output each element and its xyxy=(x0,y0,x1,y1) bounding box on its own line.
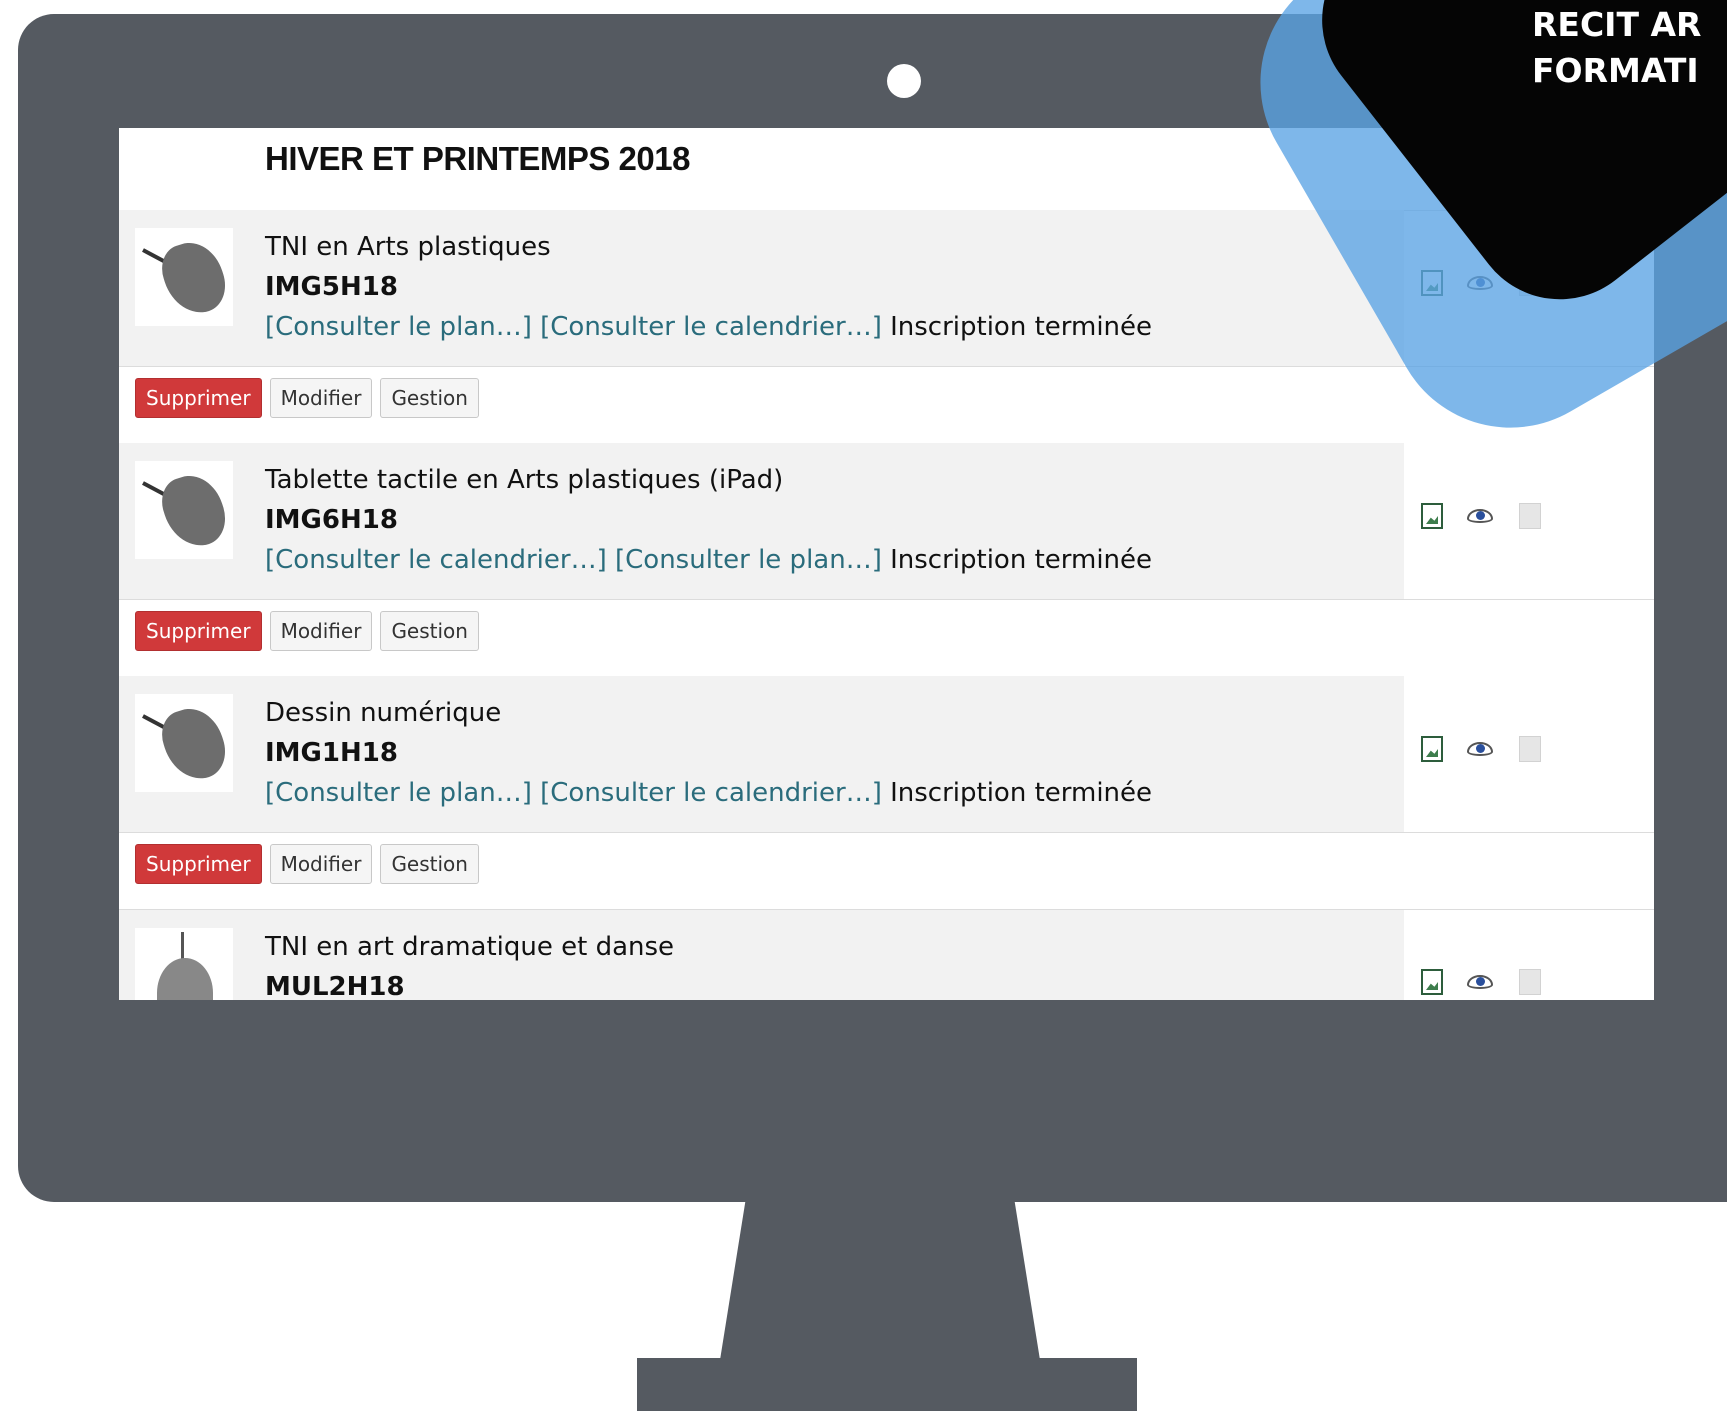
course-actions: Supprimer Modifier Gestion xyxy=(135,611,479,651)
course-row: Tablette tactile en Arts plastiques (iPa… xyxy=(119,443,1404,599)
camera-dot xyxy=(887,64,921,98)
document-icon[interactable] xyxy=(1519,736,1541,762)
course-code: IMG6H18 xyxy=(265,505,398,535)
edit-button[interactable]: Modifier xyxy=(269,611,373,651)
image-file-icon[interactable] xyxy=(1421,503,1443,529)
calendar-link[interactable]: [Consulter le calendrier…] xyxy=(540,778,882,808)
calendar-link[interactable]: [Consulter le calendrier…] xyxy=(265,545,607,575)
foot-shape xyxy=(157,958,213,1000)
course-thumbnail xyxy=(135,228,233,326)
registration-status: Inscription terminée xyxy=(890,778,1153,808)
stage: HIVER ET PRINTEMPS 2018 Σ TNI en Arts pl… xyxy=(0,0,1727,1411)
hand-shape xyxy=(155,467,233,555)
document-icon[interactable] xyxy=(1519,969,1541,995)
plan-link[interactable]: [Consulter le plan…] xyxy=(615,545,882,575)
delete-button[interactable]: Supprimer xyxy=(135,844,262,884)
course-links: [Consulter le plan…] [Consulter le calen… xyxy=(265,312,1152,342)
course-row: TNI en Arts plastiques IMG5H18 [Consulte… xyxy=(119,210,1404,366)
corner-banner-line1: RECIT AR xyxy=(1532,5,1702,44)
course-links: [Consulter le calendrier…] [Consulter le… xyxy=(265,545,1152,575)
course-row: Dessin numérique IMG1H18 [Consulter le p… xyxy=(119,676,1404,832)
course-title: TNI en Arts plastiques xyxy=(265,232,551,262)
course-thumbnail xyxy=(135,461,233,559)
section-title: HIVER ET PRINTEMPS 2018 xyxy=(265,140,690,177)
hand-shape xyxy=(155,234,233,322)
hand-shape xyxy=(155,700,233,788)
eye-icon[interactable] xyxy=(1467,740,1495,758)
image-file-icon[interactable] xyxy=(1421,736,1443,762)
row-icons xyxy=(1421,503,1541,529)
course-title: Dessin numérique xyxy=(265,698,502,728)
eye-icon[interactable] xyxy=(1467,973,1495,991)
manage-button[interactable]: Gestion xyxy=(380,611,479,651)
corner-banner-line2: FORMATI xyxy=(1532,51,1699,90)
course-actions: Supprimer Modifier Gestion xyxy=(135,844,479,884)
plan-link[interactable]: [Consulter le plan…] xyxy=(265,312,532,342)
course-row: TNI en art dramatique et danse MUL2H18 xyxy=(119,910,1404,1000)
course-thumbnail xyxy=(135,694,233,792)
divider xyxy=(119,832,1654,833)
row-icons xyxy=(1421,969,1541,995)
monitor-neck xyxy=(720,1200,1040,1360)
monitor-base xyxy=(637,1358,1137,1411)
manage-button[interactable]: Gestion xyxy=(380,378,479,418)
manage-button[interactable]: Gestion xyxy=(380,844,479,884)
delete-button[interactable]: Supprimer xyxy=(135,378,262,418)
course-links: [Consulter le plan…] [Consulter le calen… xyxy=(265,778,1152,808)
edit-button[interactable]: Modifier xyxy=(269,844,373,884)
course-title: TNI en art dramatique et danse xyxy=(265,932,675,962)
registration-status: Inscription terminée xyxy=(890,545,1153,575)
divider xyxy=(119,599,1654,600)
course-code: MUL2H18 xyxy=(265,972,405,1000)
course-title: Tablette tactile en Arts plastiques (iPa… xyxy=(265,465,784,495)
delete-button[interactable]: Supprimer xyxy=(135,611,262,651)
course-code: IMG1H18 xyxy=(265,738,398,768)
registration-status: Inscription terminée xyxy=(890,312,1153,342)
course-thumbnail xyxy=(135,928,233,1000)
edit-button[interactable]: Modifier xyxy=(269,378,373,418)
course-actions: Supprimer Modifier Gestion xyxy=(135,378,479,418)
plan-link[interactable]: [Consulter le plan…] xyxy=(265,778,532,808)
row-icons xyxy=(1421,736,1541,762)
calendar-link[interactable]: [Consulter le calendrier…] xyxy=(540,312,882,342)
document-icon[interactable] xyxy=(1519,503,1541,529)
image-file-icon[interactable] xyxy=(1421,969,1443,995)
corner-banner-text: RECIT AR FORMATI xyxy=(1532,2,1701,94)
eye-icon[interactable] xyxy=(1467,507,1495,525)
course-code: IMG5H18 xyxy=(265,272,398,302)
